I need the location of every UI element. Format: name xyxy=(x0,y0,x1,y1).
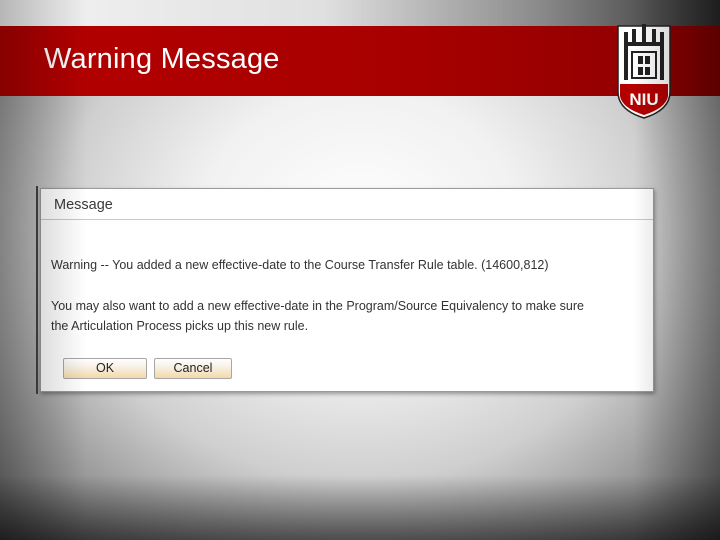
dialog-header: Message xyxy=(41,189,653,220)
info-text-line-2: the Articulation Process picks up this n… xyxy=(51,319,309,333)
ok-button[interactable]: OK xyxy=(63,358,147,379)
dialog-title: Message xyxy=(54,197,113,213)
niu-logo-text: NIU xyxy=(629,90,658,109)
page-title: Warning Message xyxy=(44,43,280,75)
niu-logo: NIU xyxy=(617,24,671,119)
message-dialog: Message Warning -- You added a new effec… xyxy=(40,188,654,392)
warning-text: Warning -- You added a new effective-dat… xyxy=(51,258,549,272)
info-text-line-1: You may also want to add a new effective… xyxy=(51,299,584,313)
cancel-button[interactable]: Cancel xyxy=(154,358,232,379)
